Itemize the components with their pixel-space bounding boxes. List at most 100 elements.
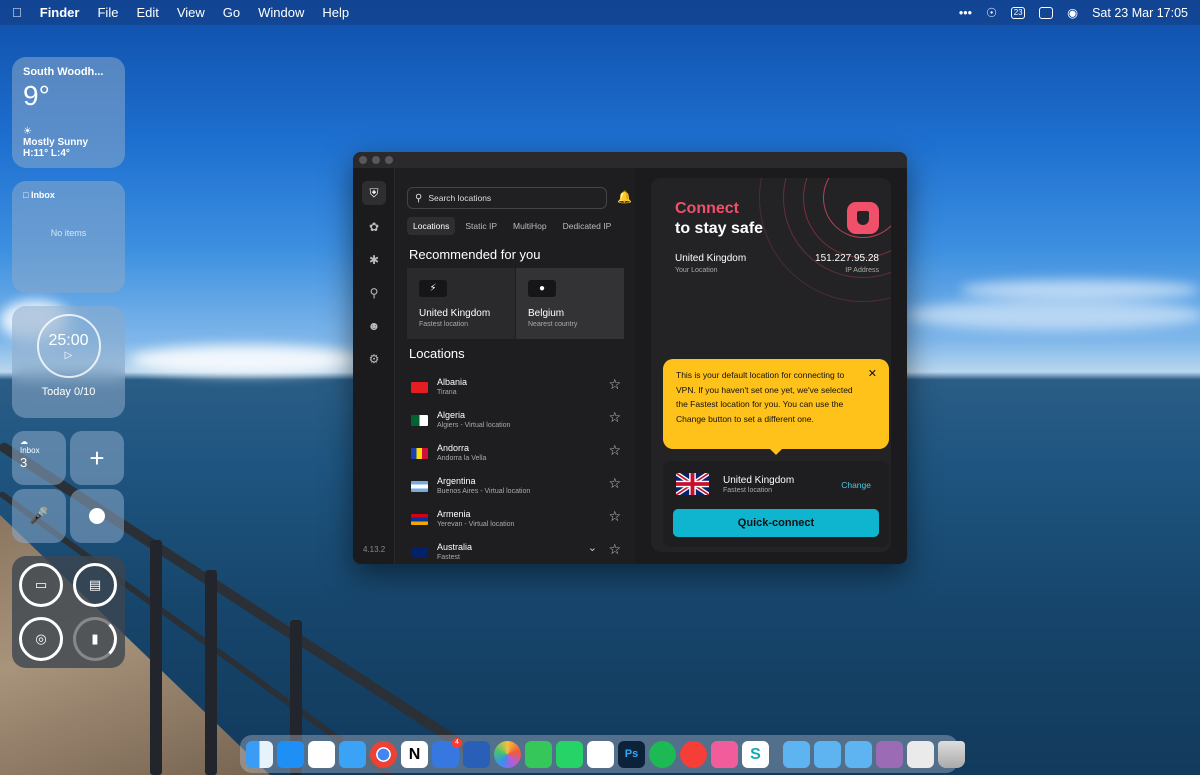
location-row-australia[interactable]: Australia Fastest ⌄ ☆ bbox=[411, 539, 623, 564]
siri-icon[interactable]: ◉ bbox=[1067, 5, 1078, 20]
menu-window[interactable]: Window bbox=[258, 5, 304, 20]
connect-subheading: to stay safe bbox=[675, 220, 764, 237]
tab-multihop[interactable]: MultiHop bbox=[507, 217, 553, 235]
chrome-icon[interactable] bbox=[370, 740, 397, 768]
recommended-card-belgium[interactable]: ● Belgium Nearest country bbox=[516, 268, 624, 339]
flag-uk-icon bbox=[676, 473, 709, 495]
recommended-card-uk[interactable]: ⚡ United Kingdom Fastest location bbox=[407, 268, 515, 339]
menu-edit[interactable]: Edit bbox=[136, 5, 158, 20]
surfshark-icon[interactable]: S bbox=[742, 740, 769, 768]
slack-like-app-icon[interactable] bbox=[308, 740, 335, 768]
inbox-small-count: 3 bbox=[20, 455, 28, 470]
calendar-icon[interactable]: 23 bbox=[1011, 6, 1026, 19]
inbox-tray-icon: ☁ bbox=[20, 437, 28, 446]
search-locations-input[interactable]: ⚲ Search locations bbox=[407, 187, 607, 209]
menu-help[interactable]: Help bbox=[322, 5, 349, 20]
close-window-button[interactable] bbox=[359, 156, 367, 164]
downloads-folder-icon[interactable] bbox=[814, 740, 841, 768]
favorite-star-icon[interactable]: ☆ bbox=[608, 541, 621, 558]
change-location-button[interactable]: Change bbox=[841, 480, 871, 490]
locations-title: Locations bbox=[409, 346, 465, 361]
menu-file[interactable]: File bbox=[97, 5, 118, 20]
finder-icon[interactable] bbox=[246, 740, 273, 768]
timer-ring[interactable]: 25:00 ▷ bbox=[36, 314, 101, 378]
cleanmymac-icon[interactable] bbox=[711, 740, 738, 768]
location-row-algeria[interactable]: Algeria Algiers - Virtual location ☆ bbox=[411, 407, 623, 440]
minimize-window-button[interactable] bbox=[372, 156, 380, 164]
settings-gear-icon[interactable]: ⚙ bbox=[365, 350, 383, 368]
timer-time: 25:00 bbox=[48, 331, 89, 349]
zoom-window-button[interactable] bbox=[385, 156, 393, 164]
favorite-star-icon[interactable]: ☆ bbox=[608, 508, 621, 525]
photos-icon[interactable] bbox=[494, 740, 521, 768]
menu-go[interactable]: Go bbox=[223, 5, 240, 20]
favorite-star-icon[interactable]: ☆ bbox=[608, 442, 621, 459]
notifications-bell-icon[interactable]: 🔔 bbox=[617, 190, 632, 204]
inbox-widget[interactable]: □ Inbox No items bbox=[12, 181, 125, 293]
slack-icon[interactable] bbox=[587, 740, 614, 768]
tab-locations[interactable]: Locations bbox=[407, 217, 456, 235]
windows-app-icon[interactable] bbox=[463, 740, 490, 768]
inbox-count-widget[interactable]: ☁ Inbox 3 bbox=[12, 431, 66, 485]
shield-nav-icon[interactable]: ⛨ bbox=[362, 181, 386, 205]
threat-protection-icon[interactable]: ✿ bbox=[365, 218, 383, 236]
flag-argentina-icon bbox=[411, 481, 428, 492]
favorite-star-icon[interactable]: ☆ bbox=[608, 376, 621, 393]
bug-icon[interactable]: ✱ bbox=[365, 251, 383, 269]
messages-icon[interactable] bbox=[525, 740, 552, 768]
tab-static-ip[interactable]: Static IP bbox=[459, 217, 503, 235]
railing-post bbox=[205, 570, 217, 775]
inbox-widget-title: □ Inbox bbox=[23, 190, 55, 200]
applications-folder-icon[interactable] bbox=[783, 740, 810, 768]
favorite-star-icon[interactable]: ☆ bbox=[608, 409, 621, 426]
batteries-widget: ▭ ▤ ◎ ▮ bbox=[12, 556, 125, 668]
mouse-battery-icon: ▮ bbox=[73, 617, 117, 661]
weather-city: South Woodh... bbox=[23, 66, 104, 78]
favorite-star-icon[interactable]: ☆ bbox=[608, 475, 621, 492]
control-center-icon[interactable] bbox=[1039, 6, 1054, 19]
whatsapp-icon[interactable] bbox=[556, 740, 583, 768]
pocketcasts-icon[interactable] bbox=[680, 740, 707, 768]
quick-connect-button[interactable]: Quick-connect bbox=[673, 509, 879, 537]
location-name: Argentina bbox=[437, 476, 476, 486]
recommended-name: Belgium bbox=[528, 308, 565, 319]
vpn-status-icon[interactable]: ☉ bbox=[986, 5, 997, 20]
voice-widget[interactable]: 🎤 bbox=[12, 489, 66, 543]
location-row-armenia[interactable]: Armenia Yerevan - Virtual location ☆ bbox=[411, 506, 623, 539]
tab-dedicated-ip[interactable]: Dedicated IP bbox=[557, 217, 618, 235]
more-icon[interactable]: ••• bbox=[959, 6, 972, 20]
recommended-title: Recommended for you bbox=[409, 247, 541, 262]
chevron-down-icon[interactable]: ⌄ bbox=[588, 541, 597, 554]
add-widget[interactable]: + bbox=[70, 431, 124, 485]
timer-widget[interactable]: 25:00 ▷ Today 0/10 bbox=[12, 306, 125, 418]
mail-icon[interactable] bbox=[339, 740, 366, 768]
location-row-albania[interactable]: Albania Tirana ☆ bbox=[411, 374, 623, 407]
location-row-andorra[interactable]: Andorra Andorra la Vella ☆ bbox=[411, 440, 623, 473]
default-location-tooltip: This is your default location for connec… bbox=[663, 359, 889, 455]
location-row-argentina[interactable]: Argentina Buenos Aires - Virtual locatio… bbox=[411, 473, 623, 506]
clock[interactable]: Sat 23 Mar 17:05 bbox=[1092, 6, 1188, 20]
search-widget[interactable] bbox=[70, 489, 124, 543]
locations-pane: ⚲ Search locations 🔔 Locations Static IP… bbox=[395, 168, 674, 564]
photoshop-icon[interactable]: Ps bbox=[618, 740, 645, 768]
weather-widget[interactable]: South Woodh... 9° ☀ Mostly Sunny H:11° L:… bbox=[12, 57, 125, 168]
documents-folder-icon[interactable] bbox=[845, 740, 872, 768]
apple-menu-icon[interactable]:  bbox=[12, 5, 22, 20]
play-icon[interactable]: ▷ bbox=[65, 350, 73, 361]
menu-finder[interactable]: Finder bbox=[40, 5, 80, 20]
ip-address-label: IP Address bbox=[845, 267, 879, 274]
location-name: Australia bbox=[437, 542, 473, 552]
menu-view[interactable]: View bbox=[177, 5, 205, 20]
trash-icon[interactable] bbox=[938, 740, 965, 768]
close-tooltip-icon[interactable]: ✕ bbox=[868, 367, 877, 382]
default-location-name: United Kingdom bbox=[723, 475, 795, 486]
screenshot-stack-icon[interactable] bbox=[907, 740, 934, 768]
app-version: 4.13.2 bbox=[363, 545, 386, 554]
tasks-app-icon[interactable]: 4 bbox=[432, 737, 462, 768]
search-lookup-icon[interactable]: ⚲ bbox=[365, 284, 383, 302]
account-icon[interactable]: ☻ bbox=[365, 317, 383, 335]
app-store-icon[interactable] bbox=[277, 740, 304, 768]
stack-icon[interactable] bbox=[876, 740, 903, 768]
notion-icon[interactable]: N bbox=[401, 740, 428, 768]
spotify-icon[interactable] bbox=[649, 740, 676, 768]
